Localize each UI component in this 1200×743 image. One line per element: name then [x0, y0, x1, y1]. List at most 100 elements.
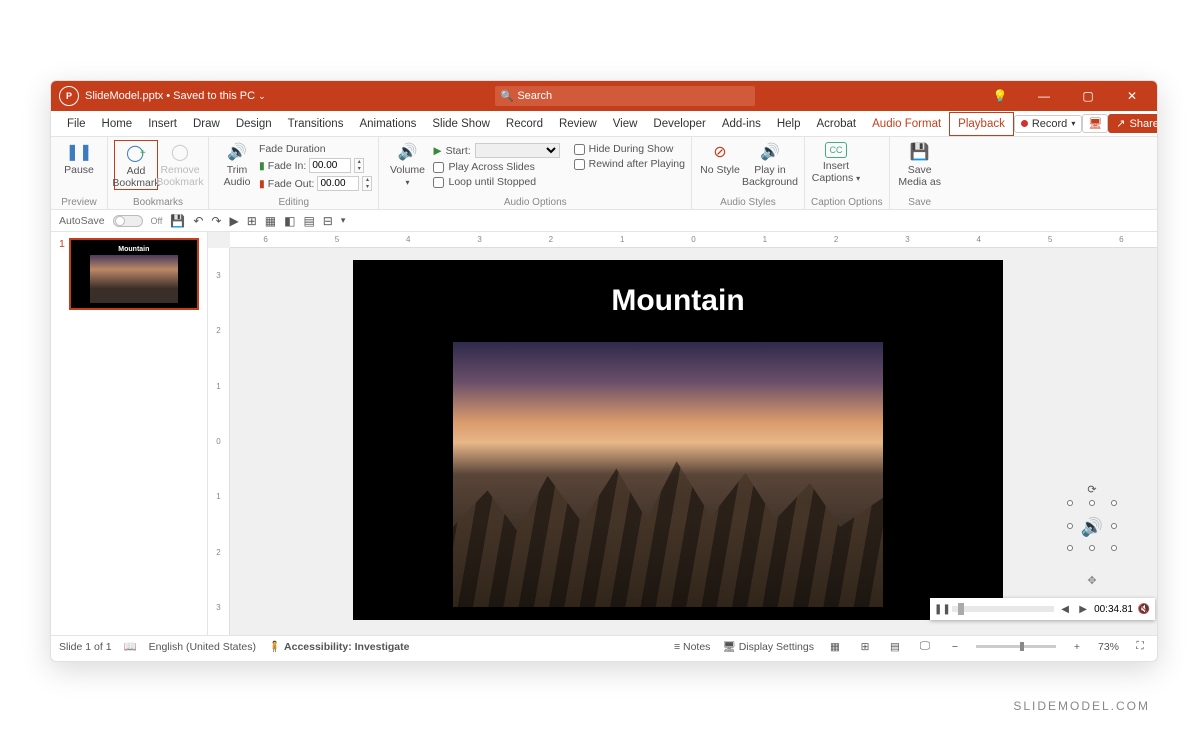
play-across-checkbox[interactable]: [433, 162, 444, 173]
audio-player[interactable]: ❚❚ ◀ ▶ 00:34.81 🔇: [930, 598, 1155, 620]
elapsed-time: 00:34.81: [1094, 604, 1133, 615]
qat-icon[interactable]: ▦: [265, 214, 276, 228]
next-icon[interactable]: ▶: [1076, 604, 1090, 615]
slide-thumbnail[interactable]: Mountain: [69, 238, 199, 310]
tab-animations[interactable]: Animations: [351, 113, 424, 135]
save-icon: 💾: [907, 142, 933, 162]
tab-addins[interactable]: Add-ins: [714, 113, 769, 135]
qat-icon[interactable]: ⊟: [323, 214, 333, 228]
zoom-level[interactable]: 73%: [1098, 641, 1119, 653]
tab-home[interactable]: Home: [94, 113, 141, 135]
no-style-button[interactable]: ⊘ No Style: [698, 140, 742, 176]
autosave-toggle[interactable]: [113, 215, 143, 227]
tab-record[interactable]: Record: [498, 113, 551, 135]
qat-icon[interactable]: ▤: [303, 214, 314, 228]
save-icon[interactable]: 💾: [170, 214, 185, 228]
tab-acrobat[interactable]: Acrobat: [809, 113, 865, 135]
qat-icon[interactable]: ◧: [284, 214, 295, 228]
tab-view[interactable]: View: [605, 113, 646, 135]
fade-out-row: ▮ Fade Out: ▴▾: [259, 176, 372, 191]
search-box[interactable]: 🔍: [495, 86, 755, 106]
normal-view-icon[interactable]: ▦: [826, 641, 844, 653]
fade-out-icon: ▮: [259, 178, 265, 190]
language-status[interactable]: English (United States): [149, 641, 256, 653]
qat-icon[interactable]: ⊞: [247, 214, 257, 228]
tab-draw[interactable]: Draw: [185, 113, 228, 135]
undo-icon[interactable]: ↶: [193, 214, 203, 228]
insert-captions-button[interactable]: CC Insert Captions ▾: [811, 140, 861, 184]
tab-developer[interactable]: Developer: [645, 113, 713, 135]
group-save: 💾 Save Media as Save: [890, 137, 950, 209]
add-bookmark-button[interactable]: ◯+ Add Bookmark: [114, 140, 158, 190]
fade-in-spinner[interactable]: ▴▾: [354, 158, 364, 173]
save-status: Saved to this PC: [173, 90, 255, 102]
reading-view-icon[interactable]: ▤: [886, 641, 904, 653]
loop-checkbox[interactable]: [433, 177, 444, 188]
tab-review[interactable]: Review: [551, 113, 605, 135]
tab-audio-format[interactable]: Audio Format: [864, 113, 949, 135]
fade-in-input[interactable]: [309, 158, 351, 173]
slideshow-view-icon[interactable]: 🖵: [916, 640, 934, 653]
redo-icon[interactable]: ↷: [211, 214, 221, 228]
save-media-button[interactable]: 💾 Save Media as: [896, 140, 944, 188]
tab-insert[interactable]: Insert: [140, 113, 185, 135]
sorter-view-icon[interactable]: ⊞: [856, 641, 874, 653]
play-background-button[interactable]: 🔊 Play in Background: [742, 140, 798, 188]
pause-icon[interactable]: ❚❚: [934, 604, 948, 615]
lightbulb-icon[interactable]: 💡: [985, 89, 1015, 103]
accessibility-status[interactable]: 🧍 Accessibility: Investigate: [268, 640, 409, 653]
present-button[interactable]: 🖥: [1082, 114, 1108, 133]
tab-design[interactable]: Design: [228, 113, 280, 135]
rewind-checkbox[interactable]: [574, 159, 585, 170]
add-bookmark-icon: ◯+: [123, 143, 149, 163]
audio-object-handles[interactable]: ⟳ 🔊 ✥: [1067, 495, 1117, 585]
volume-icon: 🔊: [394, 142, 420, 162]
mountain-image[interactable]: [453, 342, 883, 607]
share-icon: ↗: [1116, 117, 1125, 130]
fit-window-icon[interactable]: ⛶: [1131, 640, 1149, 653]
remove-bookmark-button[interactable]: ◯ Remove Bookmark: [158, 140, 202, 188]
tab-playback[interactable]: Playback: [949, 112, 1014, 136]
pause-button[interactable]: ❚❚ Pause: [57, 140, 101, 176]
work-area: 1 Mountain 6543210123456 3210123 Mountai…: [51, 232, 1157, 635]
volume-button[interactable]: 🔊 Volume▾: [385, 140, 429, 188]
autosave-label: AutoSave: [59, 215, 105, 227]
share-button[interactable]: ↗Share▾: [1108, 114, 1158, 133]
rotate-handle-icon[interactable]: ⟳: [1087, 483, 1096, 496]
record-button[interactable]: Record▾: [1014, 115, 1082, 133]
speaker-icon[interactable]: 🔊: [1081, 517, 1103, 538]
seek-track[interactable]: [952, 606, 1054, 612]
hide-checkbox[interactable]: [574, 144, 585, 155]
record-dot-icon: [1021, 120, 1028, 127]
chevron-down-icon[interactable]: ⌄: [258, 91, 266, 102]
slide[interactable]: Mountain: [353, 260, 1003, 620]
move-handle-icon[interactable]: ✥: [1087, 574, 1096, 587]
volume-icon[interactable]: 🔇: [1137, 604, 1151, 615]
tab-help[interactable]: Help: [769, 113, 809, 135]
zoom-in-button[interactable]: +: [1068, 641, 1086, 653]
notes-button[interactable]: ≡ Notes: [674, 641, 710, 653]
search-input[interactable]: [495, 86, 755, 106]
zoom-slider[interactable]: [976, 645, 1056, 648]
minimize-button[interactable]: —: [1029, 89, 1059, 103]
book-icon[interactable]: 📖: [124, 640, 137, 653]
zoom-out-button[interactable]: −: [946, 641, 964, 653]
tab-file[interactable]: File: [59, 113, 94, 135]
chevron-down-icon[interactable]: ▾: [341, 215, 346, 226]
trim-audio-button[interactable]: 🔊 Trim Audio: [215, 140, 259, 188]
group-audio-styles: ⊘ No Style 🔊 Play in Background Audio St…: [692, 137, 805, 209]
filename: SlideModel.pptx: [85, 90, 163, 102]
slideshow-icon[interactable]: ▶: [229, 214, 238, 228]
fade-out-input[interactable]: [317, 176, 359, 191]
slide-canvas[interactable]: 6543210123456 3210123 Mountain ⟳ 🔊 ✥ ❚❚: [208, 232, 1157, 635]
tab-transitions[interactable]: Transitions: [280, 113, 352, 135]
slide-counter[interactable]: Slide 1 of 1: [59, 641, 112, 653]
start-select[interactable]: [475, 143, 560, 158]
document-title[interactable]: SlideModel.pptx • Saved to this PC ⌄: [85, 90, 266, 102]
tab-slideshow[interactable]: Slide Show: [424, 113, 498, 135]
display-settings-button[interactable]: 🖥 Display Settings: [722, 640, 814, 653]
prev-icon[interactable]: ◀: [1058, 604, 1072, 615]
fade-out-spinner[interactable]: ▴▾: [362, 176, 372, 191]
maximize-button[interactable]: ▢: [1073, 89, 1103, 103]
close-button[interactable]: ✕: [1117, 89, 1147, 103]
